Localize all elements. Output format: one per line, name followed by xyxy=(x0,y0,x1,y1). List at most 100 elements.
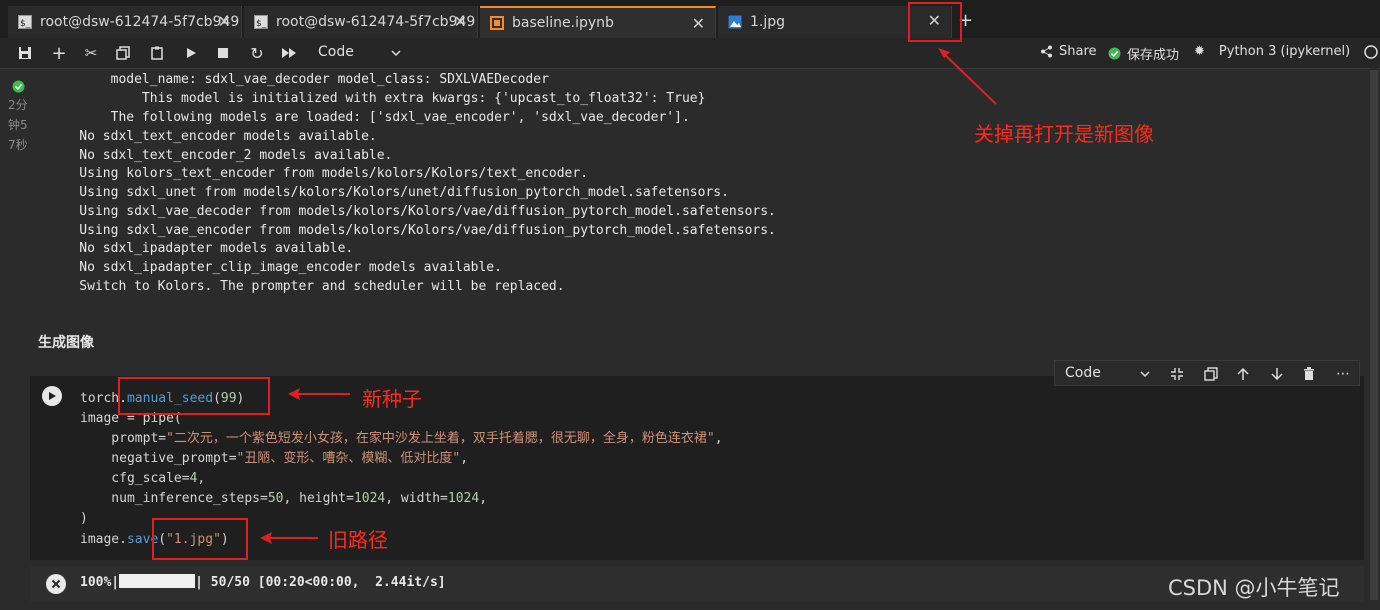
output-line: Using kolors_text_encoder from models/ko… xyxy=(48,166,589,181)
code-token: , height= xyxy=(283,491,354,506)
output-line: This model is initialized with extra kwa… xyxy=(48,91,706,106)
code-line: ) xyxy=(80,511,88,526)
restart-icon[interactable]: ↻ xyxy=(242,38,272,68)
terminal-icon: $_ xyxy=(18,15,32,29)
annotation-close-note: 关掉再打开是新图像 xyxy=(974,122,1154,146)
annotation-seed-note: 新种子 xyxy=(362,387,422,411)
code-token: , xyxy=(714,431,723,446)
cut-icon[interactable]: ✂ xyxy=(76,38,106,68)
output-line: model_name: sdxl_vae_decoder model_class… xyxy=(48,72,549,87)
kernel-indicator[interactable]: ✹ Python 3 (ipykernel) xyxy=(1194,44,1378,59)
success-check-icon xyxy=(12,78,25,97)
code-token: 50 xyxy=(267,491,284,506)
tab-baseline-notebook[interactable]: baseline.ipynb ✕ xyxy=(480,6,716,38)
run-cell-button[interactable] xyxy=(42,386,62,406)
output-line: Switch to Kolors. The prompter and sched… xyxy=(48,279,565,294)
annotation-arrow xyxy=(938,48,997,105)
close-icon[interactable]: ✕ xyxy=(692,14,705,33)
tab-label: 1.jpg xyxy=(750,14,786,30)
output-line: Using sdxl_vae_encoder from models/kolor… xyxy=(48,223,776,238)
annotation-path-note: 旧路径 xyxy=(328,528,388,552)
copy-icon[interactable] xyxy=(108,38,138,68)
progress-prefix: 100%| xyxy=(80,575,120,590)
share-icon xyxy=(1041,45,1052,58)
code-token: "二次元，一个紫色短发小女孩，在家中沙发上坐着，双手托着腮，很无聊，全身，粉色连… xyxy=(166,431,715,446)
exec-time: 2分 xyxy=(8,98,28,112)
cell-toolbar: Code ⋯ xyxy=(1054,360,1360,386)
output-line: No sdxl_ipadapter_clip_image_encoder mod… xyxy=(48,260,502,275)
chevron-down-icon[interactable] xyxy=(1135,364,1155,384)
exec-time: 钟5 xyxy=(8,118,28,132)
tab-label: root@dsw-612474-5f7cb949 xyxy=(40,14,240,30)
scrollbar-thumb[interactable] xyxy=(1370,70,1378,600)
save-status-label: 保存成功 xyxy=(1127,48,1180,63)
code-line: negative_prompt="丑陋、变形、嘈杂、模糊、低对比度", xyxy=(80,449,468,469)
output-line: Using sdxl_vae_decoder from models/kolor… xyxy=(48,204,776,219)
add-cell-icon[interactable]: + xyxy=(44,38,74,68)
image-icon xyxy=(728,15,742,29)
terminal-icon: $_ xyxy=(254,15,268,29)
annotation-box-close-tab xyxy=(908,2,962,42)
copy-cell-icon[interactable] xyxy=(1201,364,1221,384)
code-token: , xyxy=(479,491,488,506)
annotation-box-path xyxy=(152,518,248,560)
code-line: num_inference_steps=50, height=1024, wid… xyxy=(80,489,487,509)
code-token: prompt= xyxy=(80,431,167,446)
code-token: 1024 xyxy=(353,491,386,506)
chevron-down-icon[interactable] xyxy=(390,44,402,63)
progress-text: 100%| | 50/50 [00:20<00:00, 2.44it/s] xyxy=(80,574,446,590)
close-icon[interactable]: ✕ xyxy=(218,12,231,31)
tab-bar: $_ root@dsw-612474-5f7cb949 ✕ $_ root@ds… xyxy=(0,0,1380,39)
tab-label: baseline.ipynb xyxy=(512,15,614,31)
play-icon xyxy=(49,392,56,400)
output-line: No sdxl_ipadapter models available. xyxy=(48,241,354,256)
run-icon[interactable] xyxy=(176,38,206,68)
annotation-arrow xyxy=(288,388,350,400)
code-line: cfg_scale=4, xyxy=(80,469,205,489)
code-token: , xyxy=(197,471,206,486)
exec-time: 7秒 xyxy=(8,138,28,152)
save-icon[interactable] xyxy=(10,38,40,68)
move-down-icon[interactable] xyxy=(1267,364,1287,384)
code-token: negative_prompt= xyxy=(80,451,237,466)
delete-icon[interactable] xyxy=(1299,364,1319,384)
save-status: 保存成功 xyxy=(1108,44,1179,63)
more-icon[interactable]: ⋯ xyxy=(1333,364,1353,384)
markdown-heading: 生成图像 xyxy=(38,335,94,351)
output-line: Using sdxl_unet from models/kolors/Kolor… xyxy=(48,185,729,200)
fast-forward-icon[interactable] xyxy=(274,38,304,68)
code-token: "丑陋、变形、嘈杂、模糊、低对比度" xyxy=(236,451,461,466)
output-line: No sdxl_text_encoder models available. xyxy=(48,129,377,144)
progress-suffix: | 50/50 [00:20<00:00, 2.44it/s] xyxy=(195,575,446,590)
share-label: Share xyxy=(1059,44,1097,59)
kernel-label: Python 3 (ipykernel) xyxy=(1218,44,1351,59)
annotation-arrow xyxy=(260,532,318,544)
code-token: image. xyxy=(80,532,127,547)
move-up-icon[interactable] xyxy=(1233,364,1253,384)
annotation-box-seed xyxy=(118,377,270,415)
tab-terminal-1[interactable]: $_ root@dsw-612474-5f7cb949 ✕ xyxy=(8,6,242,38)
kernel-status-icon xyxy=(1364,44,1378,59)
bug-icon[interactable]: ✹ xyxy=(1194,44,1205,59)
code-token: , xyxy=(460,451,469,466)
output-line: No sdxl_text_encoder_2 models available. xyxy=(48,148,393,163)
stop-icon[interactable] xyxy=(208,38,238,68)
code-token: , width= xyxy=(385,491,448,506)
share-button[interactable]: Share xyxy=(1040,44,1097,59)
code-line: prompt="二次元，一个紫色短发小女孩，在家中沙发上坐着，双手托着腮，很无聊… xyxy=(80,429,723,449)
output-line: The following models are loaded: ['sdxl_… xyxy=(48,110,690,125)
progress-bar xyxy=(119,574,196,588)
paste-icon[interactable] xyxy=(142,38,172,68)
clear-output-icon[interactable] xyxy=(46,574,66,594)
code-token: num_inference_steps= xyxy=(80,491,268,506)
collapse-icon[interactable] xyxy=(1167,364,1187,384)
close-icon[interactable]: ✕ xyxy=(454,12,467,31)
cell-type-select[interactable]: Code xyxy=(1065,365,1101,381)
watermark: CSDN @小牛笔记 xyxy=(1168,576,1340,600)
cell-type-select[interactable]: Code xyxy=(318,44,354,60)
notebook-icon xyxy=(490,16,504,30)
svg-text:$_: $_ xyxy=(20,19,31,29)
tab-terminal-2[interactable]: $_ root@dsw-612474-5f7cb949 ✕ xyxy=(244,6,478,38)
svg-text:$_: $_ xyxy=(256,19,267,29)
code-token: cfg_scale= xyxy=(80,471,190,486)
